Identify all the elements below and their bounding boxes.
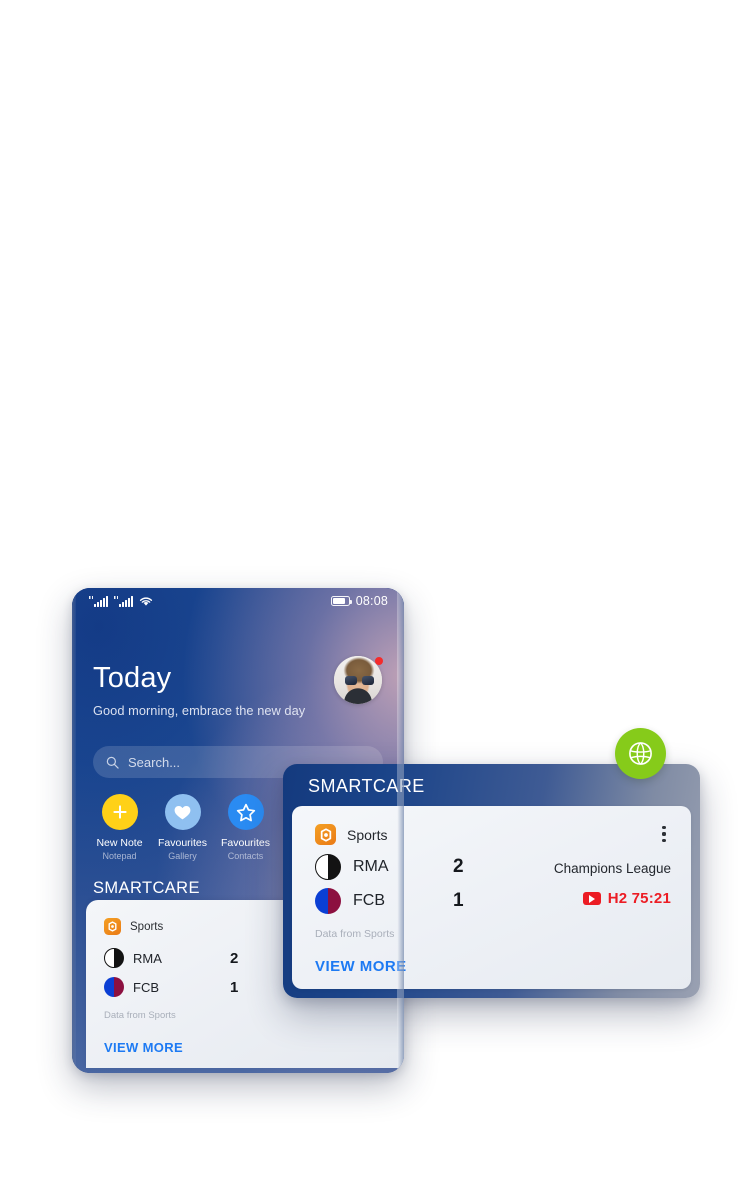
sunglasses-icon: [345, 676, 374, 685]
rma-logo: [315, 854, 341, 880]
expanded-card-body: Sports RMA 2 FCB 1 Champions League H2 7…: [292, 806, 691, 989]
team-name: FCB: [133, 979, 159, 995]
table-row: FCB 1: [104, 977, 238, 997]
sports-app-icon: [315, 824, 336, 845]
expanded-smartcare-card[interactable]: SMARTCARE Sports RMA 2 FCB 1 Champions L…: [283, 728, 700, 998]
shortcut-favourites-contacts[interactable]: Favourites Contacts: [214, 794, 277, 861]
shortcut-label: Favourites: [157, 837, 208, 849]
team-score: 1: [453, 890, 464, 911]
basketball-icon[interactable]: [615, 728, 666, 779]
status-bar-left: [89, 595, 153, 607]
shortcut-label: Favourites: [220, 837, 271, 849]
cellular-signal-icon: [89, 595, 108, 607]
shortcut-sublabel: Gallery: [168, 851, 197, 861]
shortcut-label: New Note: [96, 837, 143, 849]
wifi-icon: [139, 596, 153, 607]
data-source-label: Data from Sports: [104, 1010, 176, 1021]
team-score: 2: [230, 949, 239, 967]
shortcut-new-note[interactable]: New Note Notepad: [88, 794, 151, 861]
card-app-row: Sports: [104, 918, 163, 935]
shortcut-sublabel: Contacts: [227, 851, 264, 861]
live-status: H2 75:21: [582, 890, 671, 907]
play-icon[interactable]: [582, 892, 601, 905]
shortcut-sublabel: Notepad: [102, 851, 137, 861]
card-app-name: Sports: [347, 826, 388, 843]
fcb-logo: [104, 977, 124, 997]
star-icon: [227, 794, 264, 830]
view-more-button[interactable]: VIEW MORE: [104, 1040, 183, 1055]
search-placeholder: Search...: [128, 754, 181, 770]
battery-icon: [330, 596, 352, 606]
greeting-subtitle: Good morning, embrace the new day: [93, 703, 306, 718]
data-source-label: Data from Sports: [315, 928, 395, 940]
sports-app-icon: [104, 918, 121, 935]
search-icon: [106, 756, 119, 769]
shortcut-favourites-gallery[interactable]: Favourites Gallery: [151, 794, 214, 861]
card-app-name: Sports: [130, 920, 164, 933]
plus-icon: [101, 794, 138, 830]
expanded-card-title: SMARTCARE: [308, 776, 425, 796]
greeting-block: Today Good morning, embrace the new day: [93, 662, 306, 719]
heart-icon: [164, 794, 201, 830]
cellular-signal-icon-2: [114, 595, 133, 607]
status-bar: 08:08: [72, 588, 404, 614]
page-title: Today: [93, 662, 172, 694]
more-vertical-icon[interactable]: [655, 822, 673, 846]
fcb-logo: [315, 888, 341, 914]
notification-dot: [375, 657, 383, 665]
rma-logo: [104, 948, 124, 968]
card-app-row: Sports: [315, 824, 387, 845]
status-bar-clock: 08:08: [355, 594, 388, 608]
status-bar-right: 08:08: [330, 594, 388, 608]
phone-frame-left: [72, 588, 76, 1073]
avatar[interactable]: [334, 656, 383, 704]
team-score: 2: [453, 856, 464, 877]
view-more-button[interactable]: VIEW MORE: [315, 958, 407, 975]
league-name: Champions League: [553, 861, 671, 876]
smartcare-section-title: SMARTCARE: [93, 879, 200, 897]
team-score: 1: [230, 978, 239, 996]
team-name: RMA: [133, 950, 162, 966]
table-row: RMA 2: [104, 948, 238, 968]
live-time: H2 75:21: [607, 890, 671, 907]
phone-frame-right: [397, 588, 404, 1073]
